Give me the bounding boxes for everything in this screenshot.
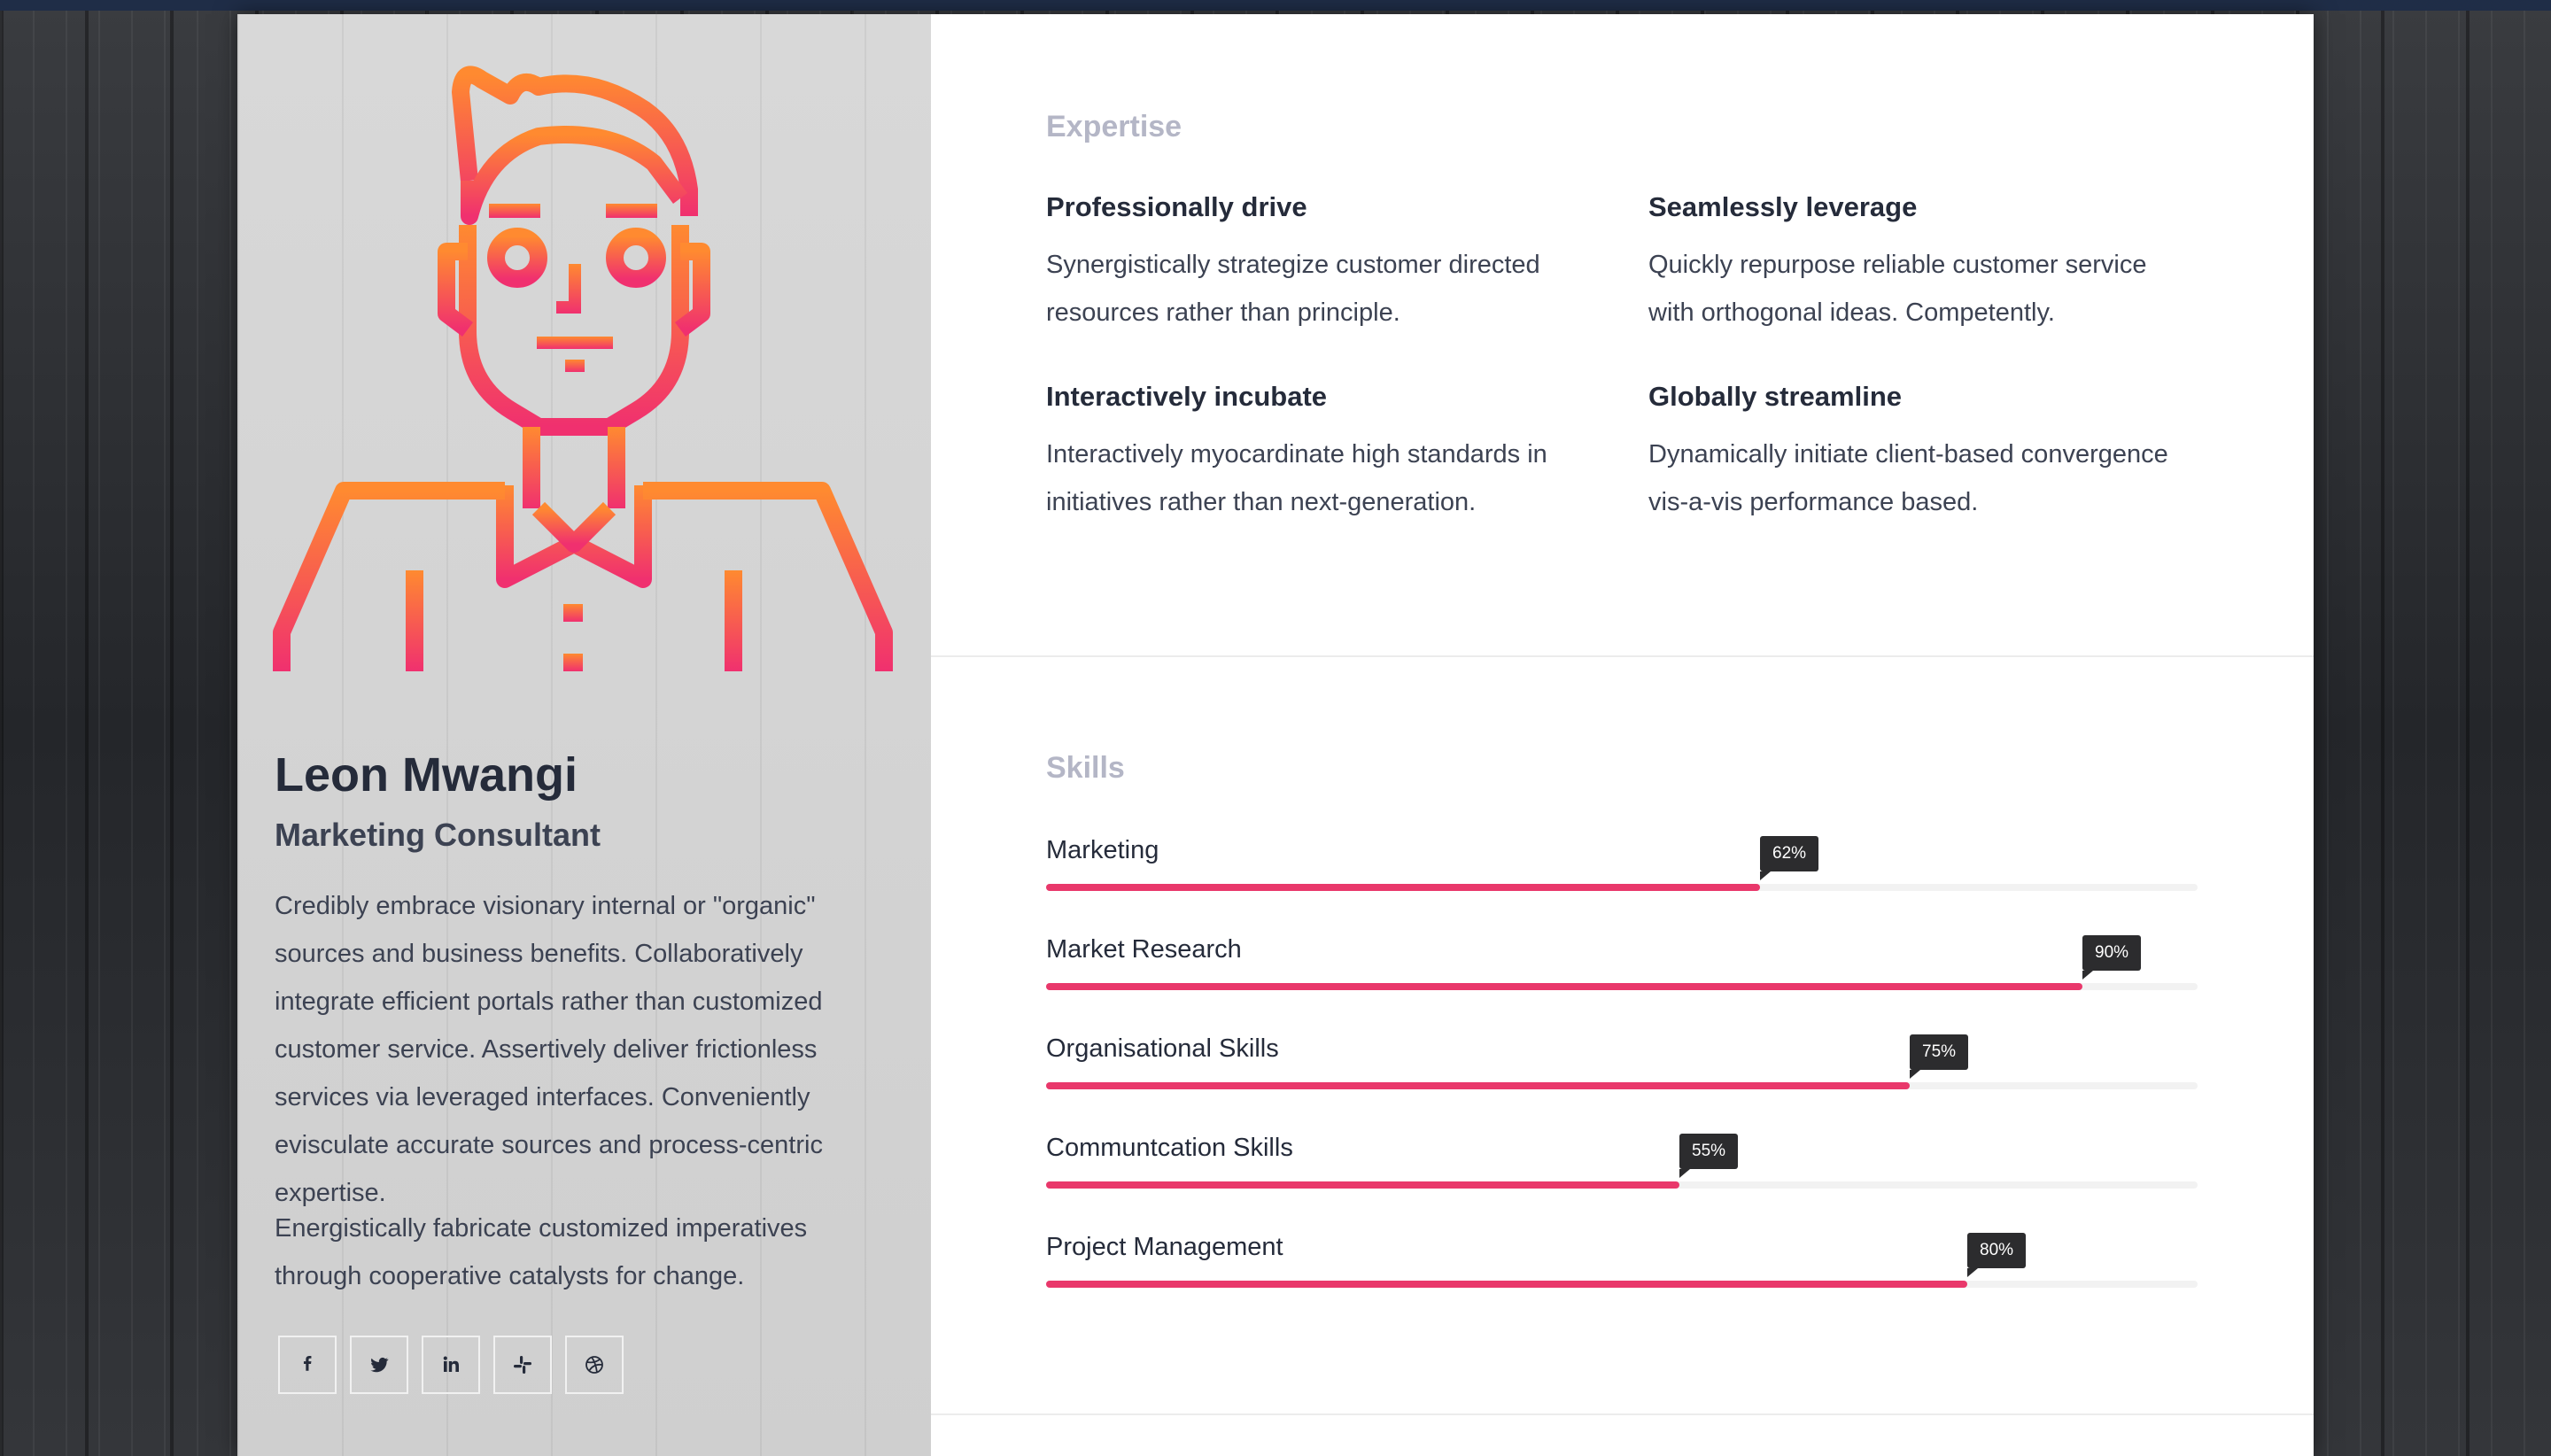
skill-label: Project Management <box>1046 1233 1283 1261</box>
profile-role: Marketing Consultant <box>275 817 601 853</box>
skill-progress-fill <box>1046 884 1760 891</box>
facebook-icon <box>303 1356 312 1371</box>
profile-bio-paragraph: Credibly embrace visionary internal or "… <box>275 892 823 1207</box>
skill-progress-track <box>1046 983 2198 990</box>
expertise-item-text: Quickly repurpose reliable customer serv… <box>1648 251 2147 327</box>
facebook-button[interactable] <box>278 1336 337 1394</box>
profile-bio-paragraph: Energistically fabricate customized impe… <box>275 1214 808 1290</box>
section-divider <box>931 655 2314 657</box>
skills-title: Skills <box>1046 751 1125 785</box>
skill-label: Organisational Skills <box>1046 1034 1279 1063</box>
skill-percent-badge: 75% <box>1910 1034 1969 1079</box>
skill-progress-fill <box>1046 1181 1679 1189</box>
expertise-item-text: Interactively myocardinate high standard… <box>1046 440 1547 516</box>
skill-label: Communtcation Skills <box>1046 1134 1293 1162</box>
skill-progress-track <box>1046 1281 2198 1288</box>
resume-card: Leon Mwangi Marketing Consultant Credibl… <box>237 14 2314 1456</box>
dribbble-button[interactable] <box>565 1336 624 1394</box>
expertise-item-title: Professionally drive <box>1046 191 1307 222</box>
twitter-icon <box>370 1357 389 1373</box>
skill-percent-badge: 80% <box>1967 1233 2027 1277</box>
expertise-item-title: Seamlessly leverage <box>1648 191 1918 222</box>
skill-row: Marketing 62% <box>1046 836 2198 898</box>
skill-row: Project Management 80% <box>1046 1233 2198 1295</box>
skill-progress-track <box>1046 1181 2198 1189</box>
skill-progress-fill <box>1046 983 2082 990</box>
slack-icon <box>514 1356 531 1374</box>
top-border <box>0 0 2551 11</box>
skill-label: Market Research <box>1046 935 1242 964</box>
social-links <box>278 1336 624 1394</box>
profile-sidebar: Leon Mwangi Marketing Consultant Credibl… <box>237 14 931 1456</box>
expertise-item: Seamlessly leverage Quickly repurpose re… <box>1648 191 2198 337</box>
dribbble-icon <box>585 1356 603 1374</box>
expertise-item-title: Interactively incubate <box>1046 381 1328 412</box>
skill-row: Communtcation Skills 55% <box>1046 1134 2198 1196</box>
expertise-item-text: Dynamically initiate client-based conver… <box>1648 440 2168 516</box>
skill-percent-badge: 90% <box>2082 935 2142 980</box>
twitter-button[interactable] <box>350 1336 408 1394</box>
skill-percent-badge: 55% <box>1679 1134 1739 1178</box>
skill-progress-track <box>1046 1082 2198 1089</box>
linkedin-icon <box>443 1356 459 1372</box>
section-divider <box>931 1413 2314 1415</box>
skill-progress-track <box>1046 884 2198 891</box>
skill-row: Organisational Skills 75% <box>1046 1034 2198 1096</box>
avatar-illustration <box>273 66 893 671</box>
linkedin-button[interactable] <box>422 1336 480 1394</box>
expertise-item-text: Synergistically strategize customer dire… <box>1046 251 1540 327</box>
skill-progress-fill <box>1046 1082 1910 1089</box>
expertise-title: Expertise <box>1046 110 1182 143</box>
expertise-item: Professionally drive Synergistically str… <box>1046 191 1595 337</box>
skill-progress-fill <box>1046 1281 1967 1288</box>
slack-button[interactable] <box>493 1336 552 1394</box>
skill-percent-badge: 62% <box>1760 836 1819 880</box>
main-content: Expertise Professionally drive Synergist… <box>931 14 2314 1456</box>
expertise-item-title: Globally streamline <box>1648 381 1902 412</box>
expertise-item: Globally streamline Dynamically initiate… <box>1648 381 2198 526</box>
expertise-item: Interactively incubate Interactively myo… <box>1046 381 1595 526</box>
skill-label: Marketing <box>1046 836 1159 864</box>
profile-name: Leon Mwangi <box>275 748 578 802</box>
skill-row: Market Research 90% <box>1046 935 2198 997</box>
